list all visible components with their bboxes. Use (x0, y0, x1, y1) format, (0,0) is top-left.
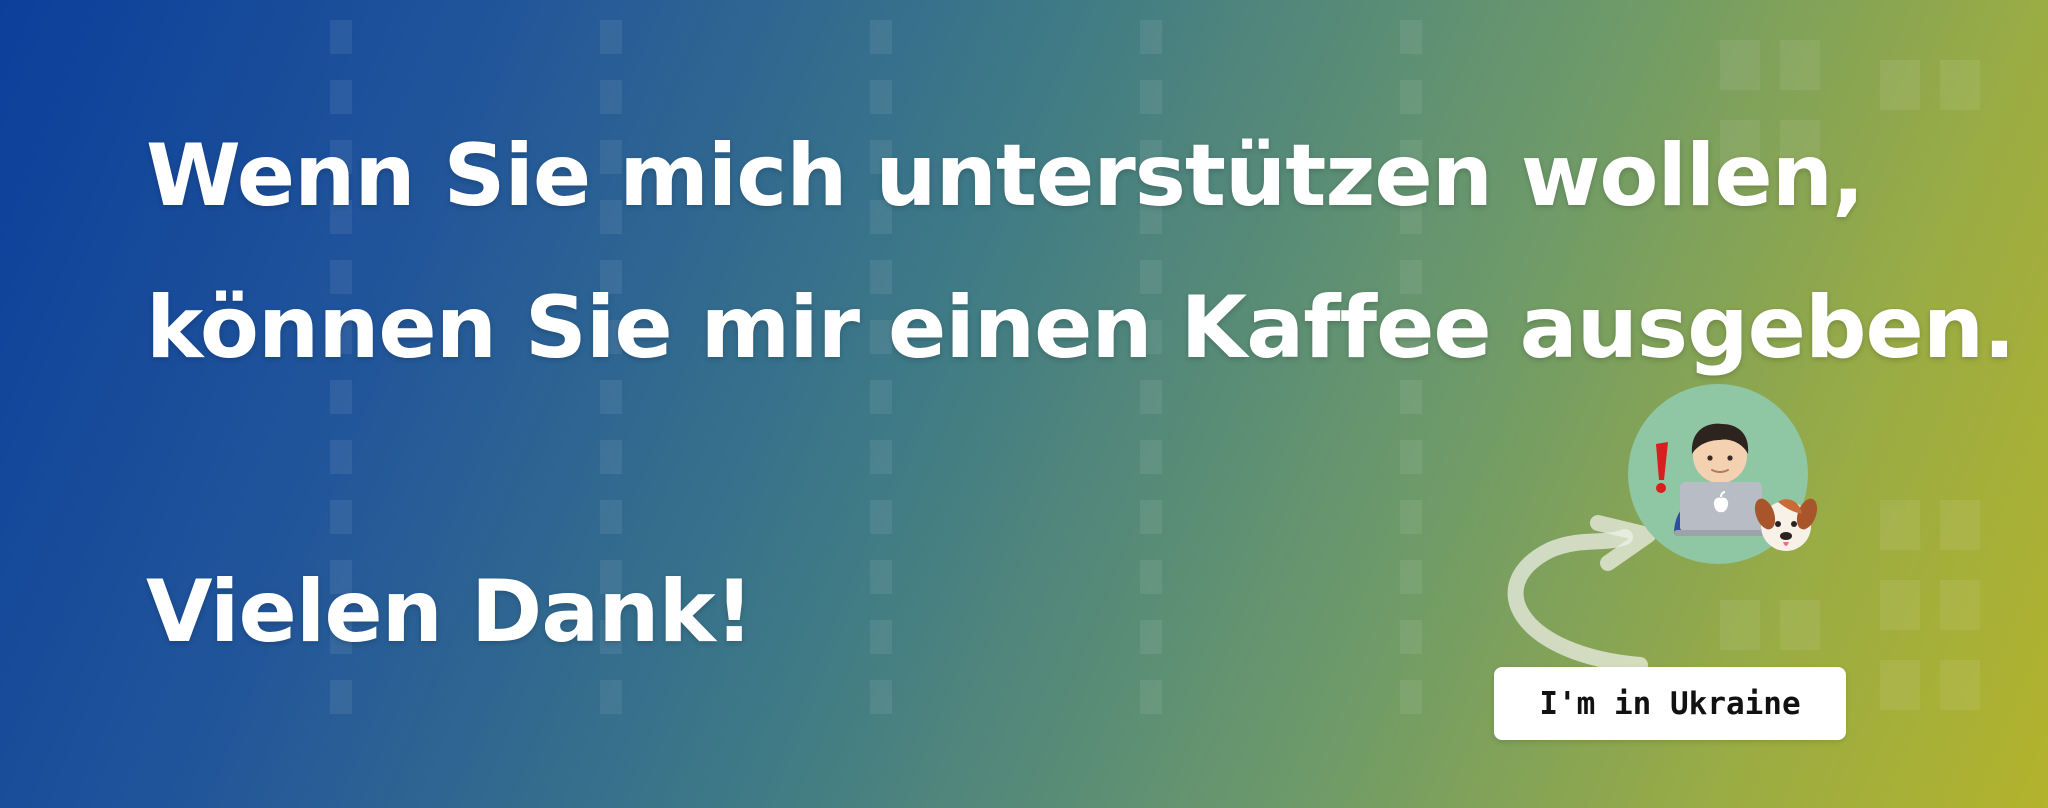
headline: Wenn Sie mich unterstützen wollen, könne… (146, 100, 2016, 404)
headline-line-2: können Sie mir einen Kaffee ausgeben. (146, 278, 2016, 378)
thanks-text: Vielen Dank! (146, 562, 754, 662)
headline-line-1: Wenn Sie mich unterstützen wollen, (146, 126, 1865, 226)
developer-avatar (1628, 384, 1818, 564)
developer-with-laptop-and-dog-icon (1656, 423, 1818, 551)
ukraine-badge: I'm in Ukraine (1494, 667, 1846, 740)
support-banner: Wenn Sie mich unterstützen wollen, könne… (0, 0, 2048, 808)
